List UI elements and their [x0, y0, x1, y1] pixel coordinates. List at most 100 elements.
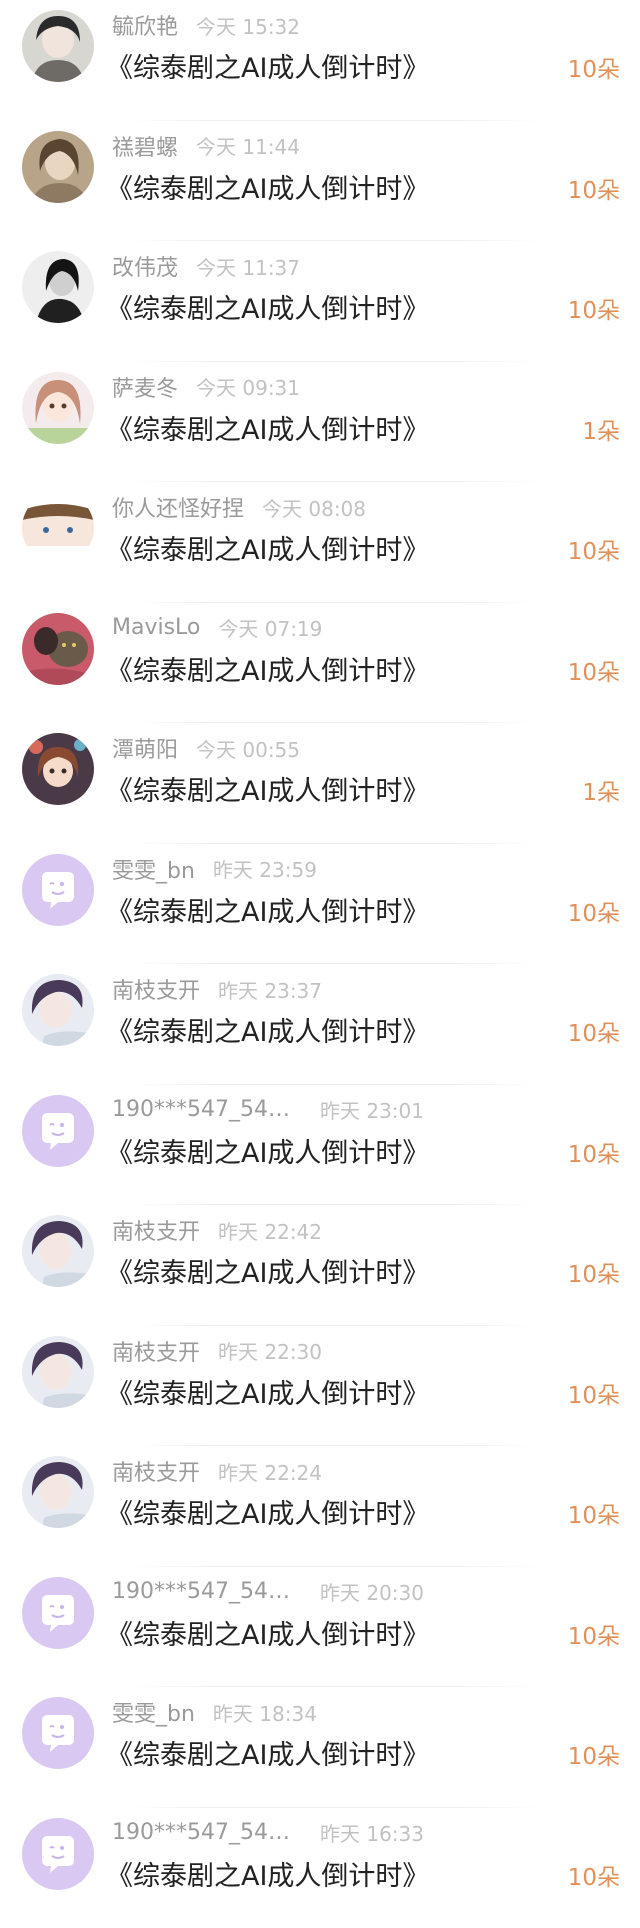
- avatar[interactable]: [22, 1336, 94, 1408]
- default-avatar-icon[interactable]: [22, 1577, 94, 1649]
- work-title: 《综泰剧之AI成人倒计时》: [106, 1010, 429, 1049]
- record-meta: 南枝支开 昨天 22:30: [112, 1336, 322, 1366]
- username[interactable]: 改伟茂: [112, 250, 178, 282]
- username[interactable]: 190***547_543...: [112, 1820, 302, 1845]
- gift-amount: 10朵: [568, 291, 620, 325]
- record-meta: MavisLo 今天 07:19: [112, 613, 322, 643]
- record-meta: 南枝支开 昨天 22:24: [112, 1456, 322, 1486]
- avatar[interactable]: [22, 974, 94, 1046]
- record-meta: 190***547_543... 昨天 16:33: [112, 1818, 424, 1848]
- gift-record-row[interactable]: 南枝支开 昨天 23:37 《综泰剧之AI成人倒计时》 10朵: [0, 964, 640, 1085]
- default-avatar-icon[interactable]: [22, 854, 94, 926]
- username[interactable]: 南枝支开: [112, 1455, 200, 1487]
- record-meta: 改伟茂 今天 11:37: [112, 251, 300, 281]
- gift-record-row[interactable]: 改伟茂 今天 11:37 《综泰剧之AI成人倒计时》 10朵: [0, 241, 640, 362]
- gift-record-row[interactable]: 190***547_543... 昨天 23:01 《综泰剧之AI成人倒计时》 …: [0, 1085, 640, 1206]
- gift-amount: 10朵: [568, 1737, 620, 1771]
- gift-amount: 1朵: [582, 773, 620, 807]
- timestamp: 昨天 22:24: [218, 1457, 322, 1486]
- username[interactable]: 雯雯_bn: [112, 853, 195, 885]
- record-meta: 南枝支开 昨天 22:42: [112, 1215, 322, 1245]
- work-title: 《综泰剧之AI成人倒计时》: [106, 649, 429, 688]
- record-meta: 雯雯_bn 昨天 18:34: [112, 1697, 317, 1727]
- timestamp: 今天 08:08: [262, 493, 366, 522]
- gift-record-row[interactable]: 雯雯_bn 昨天 18:34 《综泰剧之AI成人倒计时》 10朵: [0, 1687, 640, 1808]
- record-meta: 南枝支开 昨天 23:37: [112, 974, 322, 1004]
- gift-amount: 10朵: [568, 1496, 620, 1530]
- username[interactable]: MavisLo: [112, 615, 200, 640]
- gift-amount: 10朵: [568, 1617, 620, 1651]
- record-meta: 禚碧螺 今天 11:44: [112, 131, 300, 161]
- gift-amount: 10朵: [568, 894, 620, 928]
- username[interactable]: 禚碧螺: [112, 130, 178, 162]
- work-title: 《综泰剧之AI成人倒计时》: [106, 1251, 429, 1290]
- timestamp: 昨天 20:30: [320, 1577, 424, 1606]
- timestamp: 昨天 16:33: [320, 1818, 424, 1847]
- gift-amount: 10朵: [568, 1135, 620, 1169]
- avatar[interactable]: [22, 613, 94, 685]
- work-title: 《综泰剧之AI成人倒计时》: [106, 1492, 429, 1531]
- username[interactable]: 潭萌阳: [112, 732, 178, 764]
- gift-amount: 10朵: [568, 532, 620, 566]
- avatar[interactable]: [22, 1456, 94, 1528]
- work-title: 《综泰剧之AI成人倒计时》: [106, 287, 429, 326]
- gift-amount: 10朵: [568, 1014, 620, 1048]
- gift-amount: 10朵: [568, 653, 620, 687]
- gift-amount: 10朵: [568, 171, 620, 205]
- timestamp: 昨天 23:59: [213, 854, 317, 883]
- gift-record-row[interactable]: 你人还怪好捏 今天 08:08 《综泰剧之AI成人倒计时》 10朵: [0, 482, 640, 603]
- timestamp: 昨天 22:42: [218, 1216, 322, 1245]
- avatar[interactable]: [22, 131, 94, 203]
- default-avatar-icon[interactable]: [22, 1697, 94, 1769]
- username[interactable]: 你人还怪好捏: [112, 491, 244, 523]
- default-avatar-icon[interactable]: [22, 1095, 94, 1167]
- username[interactable]: 南枝支开: [112, 1335, 200, 1367]
- timestamp: 昨天 23:37: [218, 975, 322, 1004]
- gift-record-row[interactable]: 禚碧螺 今天 11:44 《综泰剧之AI成人倒计时》 10朵: [0, 121, 640, 242]
- username[interactable]: 雯雯_bn: [112, 1696, 195, 1728]
- gift-record-row[interactable]: 190***547_543... 昨天 16:33 《综泰剧之AI成人倒计时》 …: [0, 1808, 640, 1928]
- gift-amount: 10朵: [568, 50, 620, 84]
- gift-record-row[interactable]: 南枝支开 昨天 22:42 《综泰剧之AI成人倒计时》 10朵: [0, 1205, 640, 1326]
- record-meta: 毓欣艳 今天 15:32: [112, 10, 300, 40]
- avatar[interactable]: [22, 1215, 94, 1287]
- gift-record-row[interactable]: 南枝支开 昨天 22:24 《综泰剧之AI成人倒计时》 10朵: [0, 1446, 640, 1567]
- gift-record-row[interactable]: 潭萌阳 今天 00:55 《综泰剧之AI成人倒计时》 1朵: [0, 723, 640, 844]
- username[interactable]: 南枝支开: [112, 973, 200, 1005]
- username[interactable]: 南枝支开: [112, 1214, 200, 1246]
- gift-record-row[interactable]: 萨麦冬 今天 09:31 《综泰剧之AI成人倒计时》 1朵: [0, 362, 640, 483]
- gift-record-row[interactable]: 毓欣艳 今天 15:32 《综泰剧之AI成人倒计时》 10朵: [0, 0, 640, 121]
- timestamp: 今天 07:19: [218, 613, 322, 642]
- work-title: 《综泰剧之AI成人倒计时》: [106, 1613, 429, 1652]
- work-title: 《综泰剧之AI成人倒计时》: [106, 1854, 429, 1893]
- username[interactable]: 萨麦冬: [112, 371, 178, 403]
- username[interactable]: 毓欣艳: [112, 9, 178, 41]
- gift-amount: 1朵: [582, 412, 620, 446]
- timestamp: 今天 11:37: [196, 252, 300, 281]
- work-title: 《综泰剧之AI成人倒计时》: [106, 528, 429, 567]
- avatar[interactable]: [22, 10, 94, 82]
- record-meta: 你人还怪好捏 今天 08:08: [112, 492, 366, 522]
- timestamp: 今天 15:32: [196, 11, 300, 40]
- avatar[interactable]: [22, 372, 94, 444]
- work-title: 《综泰剧之AI成人倒计时》: [106, 890, 429, 929]
- record-meta: 190***547_543... 昨天 23:01: [112, 1095, 424, 1125]
- username[interactable]: 190***547_543...: [112, 1579, 302, 1604]
- timestamp: 昨天 23:01: [320, 1095, 424, 1124]
- gift-record-row[interactable]: 雯雯_bn 昨天 23:59 《综泰剧之AI成人倒计时》 10朵: [0, 844, 640, 965]
- avatar[interactable]: [22, 733, 94, 805]
- gift-record-row[interactable]: MavisLo 今天 07:19 《综泰剧之AI成人倒计时》 10朵: [0, 603, 640, 724]
- avatar[interactable]: [22, 492, 94, 564]
- record-meta: 雯雯_bn 昨天 23:59: [112, 854, 317, 884]
- gift-record-row[interactable]: 南枝支开 昨天 22:30 《综泰剧之AI成人倒计时》 10朵: [0, 1326, 640, 1447]
- timestamp: 今天 11:44: [196, 131, 300, 160]
- avatar[interactable]: [22, 251, 94, 323]
- work-title: 《综泰剧之AI成人倒计时》: [106, 1372, 429, 1411]
- default-avatar-icon[interactable]: [22, 1818, 94, 1890]
- username[interactable]: 190***547_543...: [112, 1097, 302, 1122]
- gift-record-row[interactable]: 190***547_543... 昨天 20:30 《综泰剧之AI成人倒计时》 …: [0, 1567, 640, 1688]
- timestamp: 今天 00:55: [196, 734, 300, 763]
- record-meta: 190***547_543... 昨天 20:30: [112, 1577, 424, 1607]
- timestamp: 昨天 22:30: [218, 1336, 322, 1365]
- timestamp: 今天 09:31: [196, 372, 300, 401]
